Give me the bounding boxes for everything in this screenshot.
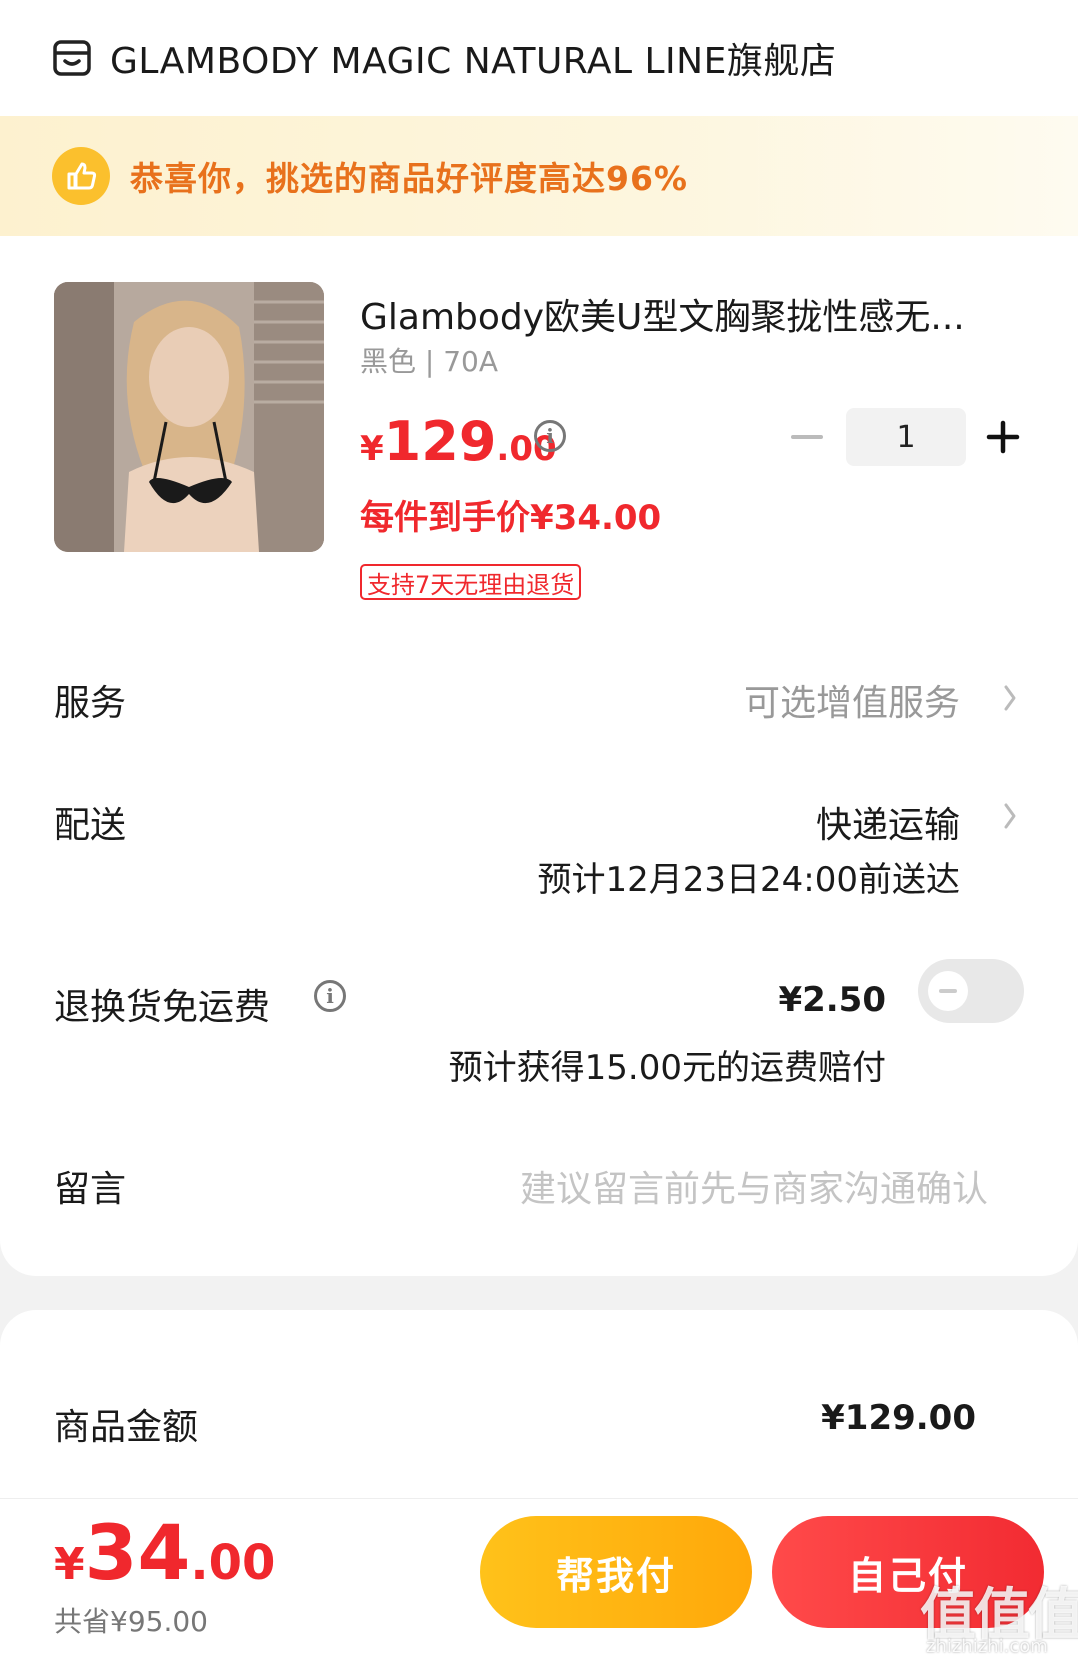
freight-insurance-label: 退换货免运费 xyxy=(54,987,271,1028)
price-info-icon[interactable]: i xyxy=(534,420,566,452)
price-currency: ¥ xyxy=(360,429,384,469)
goods-amount-value: ¥129.00 xyxy=(821,1398,976,1438)
service-chevron-icon[interactable] xyxy=(1000,680,1020,716)
quantity-plus-button[interactable] xyxy=(986,420,1020,454)
price-integer: 129 xyxy=(383,410,497,473)
return-policy-badge: 支持7天无理由退货 xyxy=(360,564,582,600)
toggle-knob xyxy=(928,971,968,1011)
freight-note: 预计获得15.00元的运费赔付 xyxy=(448,1048,886,1088)
delivery-eta: 预计12月23日24:00前送达 xyxy=(537,860,960,900)
delivery-label: 配送 xyxy=(54,805,127,846)
service-label: 服务 xyxy=(54,683,127,724)
total-currency: ¥ xyxy=(54,1539,85,1590)
promo-text: 恭喜你，挑选的商品好评度高达96% xyxy=(130,159,688,198)
service-value[interactable]: 可选增值服务 xyxy=(744,674,960,726)
thumbs-up-icon xyxy=(52,147,110,205)
product-image[interactable] xyxy=(54,282,324,552)
promo-banner: 恭喜你，挑选的商品好评度高达96% xyxy=(0,116,1078,236)
delivery-chevron-icon[interactable] xyxy=(1000,798,1020,834)
total-integer: 34 xyxy=(84,1508,191,1597)
product-price: ¥129.00 xyxy=(360,410,557,473)
order-card: GLAMBODY MAGIC NATURAL LINE旗舰店 恭喜你，挑选的商品… xyxy=(0,0,1078,1276)
freight-info-icon[interactable]: i xyxy=(314,980,346,1012)
total-decimal: .00 xyxy=(190,1535,276,1591)
freight-price: ¥2.50 xyxy=(778,980,886,1020)
total-price: ¥34.00 xyxy=(54,1508,275,1597)
product-spec[interactable]: 黑色 | 70A xyxy=(360,340,498,380)
store-header[interactable]: GLAMBODY MAGIC NATURAL LINE旗舰店 xyxy=(0,0,1078,116)
goods-amount-label: 商品金额 xyxy=(54,1407,199,1448)
message-label: 留言 xyxy=(54,1169,127,1210)
delivery-value[interactable]: 快递运输 xyxy=(816,796,960,848)
saved-amount: 共省¥95.00 xyxy=(54,1605,208,1638)
product-title[interactable]: Glambody欧美U型文胸聚拢性感无... xyxy=(360,288,1000,340)
store-icon xyxy=(52,38,92,78)
watermark-url: zhizhizhi.com xyxy=(926,1636,1048,1657)
unit-price: 每件到手价¥34.00 xyxy=(360,498,662,538)
message-input[interactable]: 建议留言前先与商家沟通确认 xyxy=(520,1160,988,1212)
help-pay-button[interactable]: 帮我付 xyxy=(480,1516,752,1628)
store-name[interactable]: GLAMBODY MAGIC NATURAL LINE旗舰店 xyxy=(110,32,836,84)
quantity-minus-button[interactable] xyxy=(790,420,824,454)
quantity-input[interactable]: 1 xyxy=(846,408,966,466)
freight-insurance-toggle[interactable] xyxy=(918,959,1024,1023)
